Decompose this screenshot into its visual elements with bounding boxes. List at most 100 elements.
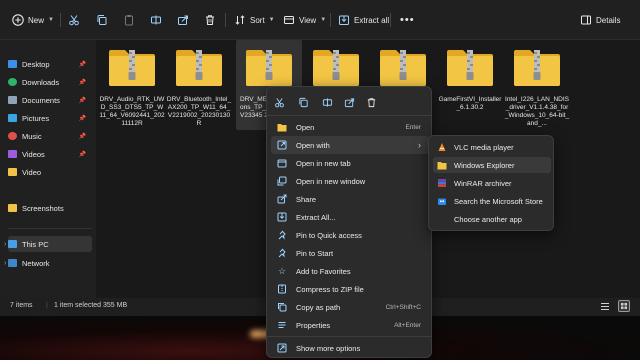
sidebar-item-pictures[interactable]: Pictures 📌 bbox=[8, 110, 92, 126]
submenu-item-choose-another-app[interactable]: Choose another app bbox=[433, 211, 551, 227]
submenu-item-winrar[interactable]: WinRAR archiver bbox=[433, 175, 551, 191]
submenu-item-windows-explorer[interactable]: Windows Explorer bbox=[433, 157, 551, 173]
menu-item-add-favorites[interactable]: ☆ Add to Favorites bbox=[271, 262, 429, 280]
file-item[interactable]: Intel_I226_LAN_NDIS_driver_V1.1.4.38_for… bbox=[504, 48, 570, 128]
details-view-toggle[interactable] bbox=[600, 302, 610, 313]
delete-quick-button[interactable] bbox=[363, 95, 379, 109]
new-button[interactable]: New ▼ bbox=[12, 11, 54, 29]
command-bar: New ▼ Sort ▼ View ▼ Extract all ••• Deta bbox=[0, 0, 640, 40]
menu-item-open-new-window[interactable]: Open in new window bbox=[271, 172, 429, 190]
menu-item-open-new-tab[interactable]: Open in new tab bbox=[271, 154, 429, 172]
zip-folder-icon bbox=[512, 48, 562, 88]
pin-icon: 📌 bbox=[78, 151, 86, 158]
rename-quick-button[interactable] bbox=[319, 95, 335, 109]
sidebar-item-downloads[interactable]: Downloads 📌 bbox=[8, 74, 92, 90]
tiles-view-toggle[interactable] bbox=[618, 300, 630, 314]
cut-quick-button[interactable] bbox=[271, 95, 287, 109]
share-button[interactable] bbox=[177, 11, 189, 29]
scissors-icon bbox=[69, 15, 79, 26]
menu-item-label: Share bbox=[296, 194, 317, 204]
menu-item-properties[interactable]: Properties Alt+Enter bbox=[271, 316, 429, 334]
cut-button[interactable] bbox=[68, 11, 80, 29]
copy-button[interactable] bbox=[96, 11, 108, 29]
menu-item-extract-all[interactable]: Extract All... bbox=[271, 208, 429, 226]
sidebar-item-videos[interactable]: Videos 📌 bbox=[8, 146, 92, 162]
folder-icon bbox=[8, 168, 17, 176]
extract-icon bbox=[277, 212, 287, 222]
file-item[interactable] bbox=[303, 48, 369, 88]
menu-shortcut: Ctrl+Shift+C bbox=[385, 303, 421, 311]
store-icon bbox=[437, 196, 447, 206]
sidebar-divider bbox=[8, 228, 92, 229]
menu-item-label: Open in new tab bbox=[296, 158, 351, 168]
music-icon bbox=[8, 132, 17, 140]
videos-icon bbox=[8, 150, 17, 158]
delete-button[interactable] bbox=[204, 11, 216, 29]
submenu-item-label: VLC media player bbox=[454, 142, 514, 152]
share-quick-button[interactable] bbox=[341, 95, 357, 109]
pin-icon: 📌 bbox=[78, 115, 86, 122]
pictures-icon bbox=[8, 114, 17, 122]
sidebar-item-label: Video bbox=[22, 167, 42, 177]
desktop-icon bbox=[8, 60, 17, 68]
menu-shortcut: Alt+Enter bbox=[394, 321, 421, 329]
item-count: 7 items bbox=[10, 302, 33, 309]
trash-icon bbox=[367, 97, 375, 107]
extract-icon bbox=[339, 15, 349, 25]
zip-folder-icon bbox=[445, 48, 495, 88]
share-icon bbox=[277, 194, 287, 204]
submenu-item-vlc[interactable]: VLC media player bbox=[433, 139, 551, 155]
sort-button[interactable]: Sort ▼ bbox=[234, 11, 275, 29]
chevron-down-icon: ▼ bbox=[320, 17, 327, 23]
sidebar-item-label: Desktop bbox=[22, 59, 50, 69]
pin-icon: 📌 bbox=[78, 79, 86, 86]
copy-icon bbox=[97, 15, 107, 25]
menu-item-show-more-options[interactable]: Show more options bbox=[271, 339, 429, 357]
menu-item-share[interactable]: Share bbox=[271, 190, 429, 208]
rename-icon bbox=[151, 15, 161, 25]
sidebar-item-this-pc[interactable]: › This PC bbox=[4, 236, 92, 252]
submenu-item-microsoft-store[interactable]: Search the Microsoft Store bbox=[433, 193, 551, 209]
clipboard-icon bbox=[125, 15, 133, 26]
menu-item-pin-quick-access[interactable]: Pin to Quick access bbox=[271, 226, 429, 244]
rename-button[interactable] bbox=[150, 11, 162, 29]
new-window-icon bbox=[277, 176, 287, 186]
sidebar-item-documents[interactable]: Documents 📌 bbox=[8, 92, 92, 108]
menu-item-compress-zip[interactable]: Compress to ZIP file bbox=[271, 280, 429, 298]
navigation-pane: Desktop 📌 Downloads 📌 Documents 📌 Pictur… bbox=[0, 40, 96, 298]
menu-item-open[interactable]: Open Enter bbox=[271, 118, 429, 136]
documents-icon bbox=[8, 96, 17, 104]
view-label: View bbox=[299, 15, 317, 25]
view-button[interactable]: View ▼ bbox=[283, 11, 326, 29]
network-icon bbox=[8, 259, 17, 267]
zip-folder-icon bbox=[107, 48, 157, 88]
properties-icon bbox=[277, 320, 287, 330]
file-item[interactable]: GameFirstVI_Installer_6.1.30.2 bbox=[437, 48, 503, 112]
sidebar-item-desktop[interactable]: Desktop 📌 bbox=[8, 56, 92, 72]
sidebar-item-label: Music bbox=[22, 131, 42, 141]
sidebar-item-screenshots[interactable]: Screenshots bbox=[8, 200, 92, 216]
file-item[interactable]: DRV_Audio_RTK_UWD_SS3_DTS5_TP_W11_64_V60… bbox=[99, 48, 165, 128]
list-view-icon bbox=[601, 303, 609, 310]
file-item[interactable] bbox=[370, 48, 436, 88]
details-button[interactable]: Details bbox=[580, 11, 620, 29]
menu-item-label: Open bbox=[296, 122, 315, 132]
sidebar-item-network[interactable]: › Network bbox=[4, 255, 92, 271]
copy-quick-button[interactable] bbox=[295, 95, 311, 109]
file-item[interactable]: DRV_Bluetooth_Intel_AX200_TP_W11_64_V221… bbox=[166, 48, 232, 128]
sort-label: Sort bbox=[250, 15, 265, 25]
menu-item-pin-start[interactable]: Pin to Start bbox=[271, 244, 429, 262]
pin-icon: 📌 bbox=[78, 97, 86, 104]
more-button[interactable]: ••• bbox=[400, 11, 415, 29]
paste-button[interactable] bbox=[123, 11, 135, 29]
sidebar-item-video[interactable]: Video bbox=[8, 164, 92, 180]
folder-icon bbox=[437, 160, 447, 170]
menu-item-copy-path[interactable]: Copy as path Ctrl+Shift+C bbox=[271, 298, 429, 316]
sidebar-item-music[interactable]: Music 📌 bbox=[8, 128, 92, 144]
sidebar-item-label: Downloads bbox=[22, 77, 60, 87]
menu-item-label: Pin to Start bbox=[296, 248, 334, 258]
menu-item-open-with[interactable]: Open with › bbox=[271, 136, 429, 154]
pin-icon: 📌 bbox=[78, 61, 86, 68]
menu-divider bbox=[267, 115, 431, 116]
extract-all-button[interactable]: Extract all bbox=[338, 11, 389, 29]
